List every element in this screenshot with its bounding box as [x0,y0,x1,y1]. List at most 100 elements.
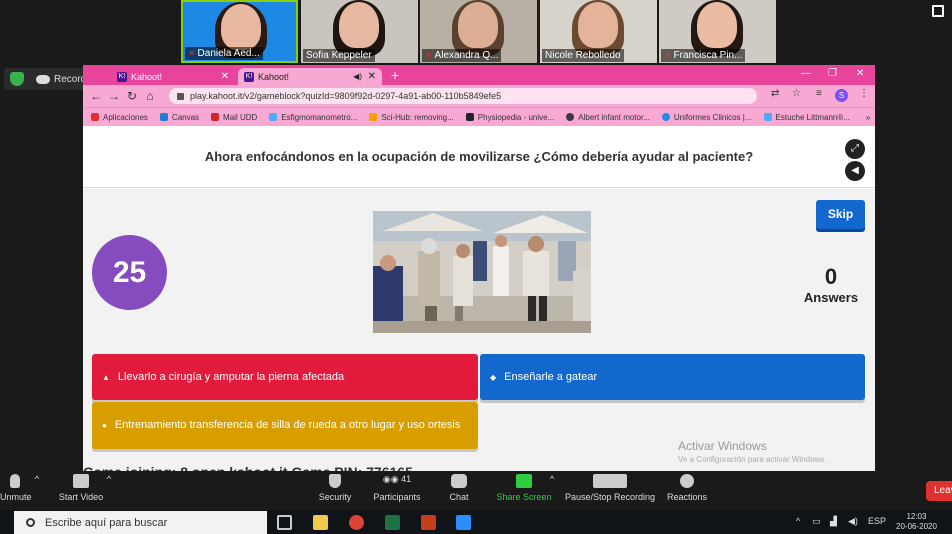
volume-icon[interactable]: ◀ [845,161,865,181]
answer-option-red[interactable]: ▲ Llevarlo a cirugía y amputar la pierna… [92,354,478,400]
participant-tile[interactable]: Nicole Rebolledo [540,0,657,63]
muted-mic-icon: ✕ [188,48,196,58]
share-screen-button[interactable]: Share Screen [496,474,552,502]
participant-tile[interactable]: ✕ Daniela Aed... [181,0,298,63]
bookmark-item[interactable]: Estuche Littmann®... [763,113,850,122]
bookmark-item[interactable]: Mail UDD [211,113,257,122]
powerpoint-icon[interactable] [421,515,436,530]
tray-chevron-icon[interactable]: ^ [796,516,800,526]
shield-icon [10,72,24,86]
screen: ✕ Daniela Aed... Sofia Keppeler ✕ Alexandr… [0,0,952,534]
back-arrow-icon[interactable]: ← [87,89,105,103]
answer-option-blue[interactable]: ◆ Enseñarle a gatear [480,354,865,400]
taskbar-search-input[interactable]: Escribe aquí para buscar [14,511,267,534]
shield-icon [329,474,341,488]
more-menu-icon[interactable]: ⋮ [859,88,869,99]
participant-name: ✕ Francisca Pin... [661,49,746,62]
participant-name: Nicole Rebolledo [542,49,624,62]
participant-face [221,4,261,50]
forward-arrow-icon[interactable]: → [105,89,123,103]
clock-time: 12:03 [906,512,927,521]
security-button[interactable]: Security [314,474,356,502]
activate-windows-title: Activar Windows [678,439,767,453]
new-tab-button[interactable]: + [391,67,399,83]
bookmarks-bar: Aplicaciones Canvas Mail UDD Esfigmomano… [83,107,875,126]
google-icon [661,113,670,121]
browser-tab[interactable]: K! Kahoot! ✕ [111,68,235,85]
participant-tile[interactable]: ✕ Francisca Pin... [659,0,776,63]
excel-icon[interactable] [385,515,400,530]
bookmark-star-icon[interactable]: ☆ [792,88,801,99]
bookmark-item[interactable]: Aplicaciones [91,113,148,122]
share-screen-icon [516,474,532,488]
tab-label: Kahoot! [131,71,163,82]
fullscreen-icon[interactable] [932,5,944,17]
share-options-chevron-icon[interactable]: ^ [547,474,557,484]
battery-icon[interactable]: ▭ [812,516,821,527]
restore-icon[interactable]: ❐ [828,68,837,79]
bookmark-item[interactable]: Albert infant motor... [566,113,650,122]
file-explorer-icon[interactable] [313,515,328,530]
unmute-button[interactable]: Unmute [0,474,32,502]
zoom-app-icon[interactable] [456,515,471,530]
task-view-icon[interactable] [277,515,292,530]
bookmark-item[interactable]: Sci-Hub: removing... [369,113,454,122]
close-tab-icon[interactable]: ✕ [368,71,376,82]
fullscreen-toggle-icon[interactable]: ⤢ [845,139,865,159]
participant-tile[interactable]: Sofia Keppeler [301,0,418,63]
minimize-icon[interactable]: — [801,68,811,79]
browser-tab-active[interactable]: K! Kahoot! ◀) ✕ [238,68,382,85]
bookmark-favicon-icon [369,113,378,121]
language-indicator[interactable]: ESP [868,516,886,526]
question-stage: 25 Skip 0 Answers ▲ Llevarlo a cirugía y… [83,189,875,471]
address-bar[interactable]: play.kahoot.it/v2/gameblock?quizId=9809f… [169,88,757,104]
bookmark-item[interactable]: Canvas [159,113,199,122]
participants-count: 41 [401,474,412,484]
reactions-button[interactable]: Reactions [666,474,708,502]
participant-face [339,2,379,48]
network-icon[interactable]: ▟ [830,516,837,527]
video-options-chevron-icon[interactable]: ^ [104,474,114,484]
reload-icon[interactable]: ↻ [123,89,141,103]
url-text: play.kahoot.it/v2/gameblock?quizId=9809f… [190,91,502,101]
bookmark-item[interactable]: Physiopedia - unive... [465,113,554,122]
bookmark-item[interactable]: Esfigmomanometro... [269,113,357,122]
answer-option-yellow[interactable]: ● Entrenamiento transferencia de silla d… [92,402,478,449]
globe-icon [566,113,575,121]
video-off-icon [73,474,89,488]
muted-mic-icon: ✕ [664,50,672,60]
participant-face [578,2,618,48]
leave-button[interactable]: Leave [926,481,952,501]
bookmarks-overflow[interactable]: » [866,113,870,122]
bookmark-item[interactable]: Uniformes Clinicos |... [661,113,752,122]
participants-icon: ◉◉ 41 [382,474,412,484]
cloud-icon [36,74,50,84]
translate-icon[interactable]: ⇄ [771,88,779,99]
speaker-icon[interactable]: ◀) [353,72,362,81]
browser-window: K! Kahoot! ✕ K! Kahoot! ◀) ✕ + — ❐ ✕ ← →… [83,65,875,471]
participants-button[interactable]: ◉◉ 41 Participants [372,474,422,502]
dancing-crowd-photo [373,211,591,333]
close-tab-icon[interactable]: ✕ [221,71,229,82]
close-window-icon[interactable]: ✕ [856,68,864,79]
taskbar-clock[interactable]: 12:03 20-06-2020 [896,512,937,532]
skip-button[interactable]: Skip [816,200,865,229]
question-header: Ahora enfocándonos en la ocupación de mo… [83,126,875,188]
pause-stop-icon [593,474,627,488]
volume-tray-icon[interactable]: ◀) [848,516,858,527]
home-icon[interactable]: ⌂ [141,89,159,103]
audio-options-chevron-icon[interactable]: ^ [32,474,42,484]
triangle-icon: ▲ [102,372,110,382]
search-icon [26,518,35,527]
lock-icon [177,92,184,100]
chat-button[interactable]: Chat [446,474,472,502]
media-control-icon[interactable]: ≡ [816,88,822,99]
diamond-icon: ◆ [490,372,497,382]
participant-tile[interactable]: ✕ Alexandra Q... [420,0,537,63]
apps-grid-icon [91,113,99,121]
profile-avatar[interactable]: S [835,89,848,102]
zoom-toolbar: Unmute ^ Start Video ^ Security ◉◉ 41 Pa… [0,472,952,510]
pause-stop-recording-button[interactable]: Pause/Stop Recording [564,474,656,502]
start-video-button[interactable]: Start Video [55,474,107,502]
chrome-icon[interactable] [349,515,364,530]
